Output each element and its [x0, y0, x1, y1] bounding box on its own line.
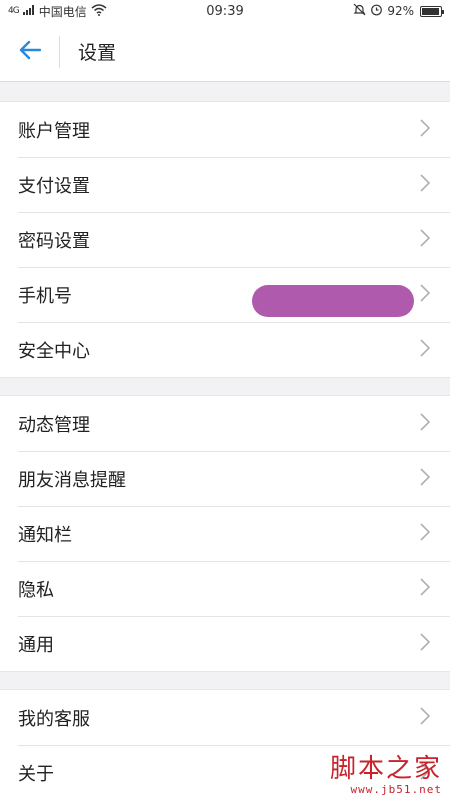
- settings-item-label: 动态管理: [18, 414, 90, 436]
- chevron-right-icon: [418, 632, 432, 656]
- site-watermark: 脚本之家 www.jb51.net: [330, 755, 442, 796]
- settings-item-phone[interactable]: 手机号: [0, 267, 450, 322]
- battery-percent: 92%: [387, 4, 414, 18]
- chevron-right-icon: [418, 173, 432, 197]
- settings-item-friend-notifications[interactable]: 朋友消息提醒: [0, 451, 450, 506]
- settings-item-label: 账户管理: [18, 120, 90, 142]
- settings-item-customer-service[interactable]: 我的客服: [0, 690, 450, 745]
- settings-item-privacy[interactable]: 隐私: [0, 561, 450, 616]
- settings-item-label: 密码设置: [18, 230, 90, 252]
- settings-item-security-center[interactable]: 安全中心: [0, 322, 450, 377]
- settings-group-general: 动态管理 朋友消息提醒 通知栏 隐私 通用: [0, 395, 450, 672]
- alarm-icon: [370, 3, 383, 19]
- battery-level: [422, 7, 439, 15]
- settings-item-payment[interactable]: 支付设置: [0, 157, 450, 212]
- watermark-main: 脚本之家: [329, 754, 442, 784]
- settings-item-account-management[interactable]: 账户管理: [0, 102, 450, 157]
- settings-item-label: 朋友消息提醒: [18, 469, 126, 491]
- chevron-right-icon: [418, 467, 432, 491]
- battery-icon: [420, 5, 444, 17]
- settings-item-notification-bar[interactable]: 通知栏: [0, 506, 450, 561]
- signal-icon: [22, 4, 35, 18]
- chevron-right-icon: [418, 577, 432, 601]
- chevron-right-icon: [418, 706, 432, 730]
- settings-item-label: 关于: [18, 763, 54, 785]
- wifi-icon: [91, 3, 107, 19]
- settings-item-general[interactable]: 通用: [0, 616, 450, 671]
- settings-item-label: 隐私: [18, 579, 54, 601]
- chevron-right-icon: [418, 228, 432, 252]
- settings-item-label: 安全中心: [18, 340, 90, 362]
- watermark-url: www.jb51.net: [350, 783, 442, 796]
- settings-item-label: 支付设置: [18, 175, 90, 197]
- settings-item-label: 通用: [18, 634, 54, 656]
- settings-item-label: 手机号: [18, 285, 72, 307]
- page-title: 设置: [78, 42, 117, 64]
- status-left: 4G 中国电信: [8, 3, 107, 20]
- status-bar: 4G 中国电信 09:39 92%: [0, 0, 450, 22]
- settings-item-label: 通知栏: [18, 524, 72, 546]
- chevron-right-icon: [418, 338, 432, 362]
- chevron-right-icon: [418, 412, 432, 436]
- settings-group-account: 账户管理 支付设置 密码设置 手机号 安全中心: [0, 101, 450, 378]
- settings-item-password[interactable]: 密码设置: [0, 212, 450, 267]
- back-button[interactable]: [0, 35, 60, 68]
- settings-item-label: 我的客服: [18, 708, 90, 730]
- app-header: 设置: [0, 22, 450, 82]
- carrier-name: 中国电信: [38, 4, 87, 19]
- bell-muted-icon: [353, 3, 366, 19]
- settings-item-moments[interactable]: 动态管理: [0, 396, 450, 451]
- network-type: 4G: [8, 5, 20, 16]
- redaction-mask: [252, 285, 414, 317]
- status-right: 92%: [353, 3, 444, 19]
- chevron-right-icon: [418, 522, 432, 546]
- chevron-right-icon: [418, 118, 432, 142]
- chevron-right-icon: [418, 283, 432, 307]
- arrow-left-icon: [19, 40, 41, 64]
